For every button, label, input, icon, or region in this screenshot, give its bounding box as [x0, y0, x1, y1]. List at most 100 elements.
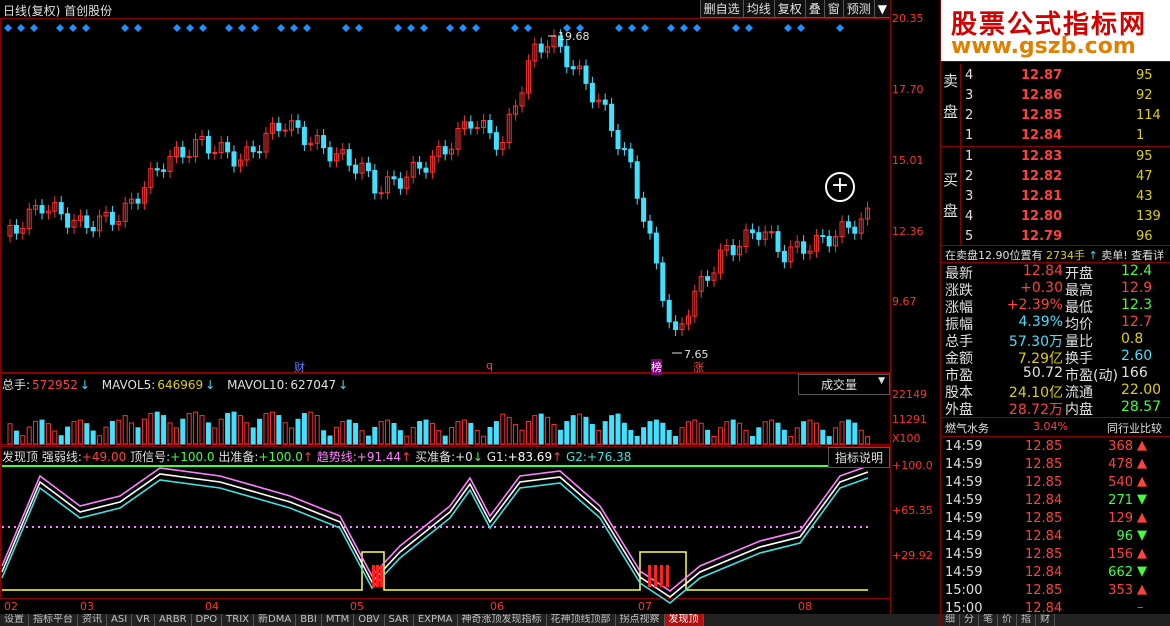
volume-bar	[218, 418, 224, 445]
volume-bar	[84, 423, 90, 445]
signal-diamond	[693, 24, 701, 32]
quote-value: 22.00	[1121, 382, 1162, 398]
tab-indicator[interactable]: 设置	[0, 614, 29, 626]
buy-order-row[interactable]: 2 12.82 47	[961, 167, 1170, 187]
price-axis-label: 17.70	[892, 83, 924, 96]
mavol10-label: MAVOL10:	[227, 378, 289, 392]
volume-bar	[372, 426, 378, 445]
volume-bar	[148, 412, 154, 445]
tab-indicator[interactable]: 发现顶	[664, 614, 704, 626]
volume-bar	[442, 435, 448, 445]
volume-bar	[788, 436, 794, 445]
tab-indicator[interactable]: 拐点视察	[616, 614, 665, 626]
indicator-value-part: +83.69	[507, 450, 553, 464]
signal-diamond	[680, 24, 688, 32]
sell-order-row[interactable]: 1 12.84 1	[961, 126, 1170, 146]
volume-bar	[711, 435, 717, 445]
adjust-price-button[interactable]: 复权	[773, 0, 805, 18]
indicator-explain-button[interactable]: 指标说明	[828, 447, 891, 468]
overlay-button[interactable]: 叠	[804, 0, 824, 18]
volume-bar	[532, 415, 538, 445]
volume-bar	[97, 435, 103, 445]
quote-value: +0.30	[1020, 280, 1063, 296]
tab-indicator[interactable]: MTM	[322, 614, 355, 626]
indicator-value-part: +100.0	[258, 450, 303, 464]
volume-bar	[807, 419, 813, 445]
tab-indicator[interactable]: OBV	[354, 614, 385, 626]
remove-watchlist-button[interactable]: 删自选	[699, 0, 743, 18]
tick-row: 14:59 12.85 368 ▲	[941, 438, 1170, 456]
limit-up-marker[interactable]: 涨	[693, 359, 704, 375]
tab-indicator[interactable]: 新DMA	[254, 614, 297, 626]
volume-bar	[257, 418, 263, 445]
tab-indicator[interactable]: SAR	[385, 614, 414, 626]
q-marker[interactable]: q	[486, 359, 493, 372]
tab-indicator[interactable]: 资讯	[78, 614, 107, 626]
volume-bar	[205, 422, 211, 445]
buy-order-row[interactable]: 3 12.81 43	[961, 187, 1170, 207]
tab-indicator[interactable]: 指标平台	[29, 614, 78, 626]
volume-bar	[794, 427, 800, 445]
volume-bar	[833, 427, 839, 445]
tab-indicator[interactable]: BBI	[296, 614, 322, 626]
volume-bar	[282, 422, 288, 445]
volume-bar	[769, 419, 775, 445]
tick-time: 14:59	[945, 565, 983, 580]
order-alert[interactable]: 在卖盘12.90位置有 2734手 ↑ 卖单! 查看详	[945, 247, 1164, 263]
signal-diamond	[134, 24, 142, 32]
volume-bar	[39, 419, 45, 445]
candle-body	[826, 235, 832, 247]
indicator-axis-label: +29.92	[892, 549, 933, 562]
buy-order-row[interactable]: 4 12.80 139	[961, 207, 1170, 227]
tab-indicator[interactable]: 神奇涨顶发现指标	[458, 614, 547, 626]
indicator-value-part: 趋势线:	[312, 450, 357, 464]
tab-indicator[interactable]: VR	[132, 614, 155, 626]
finance-marker[interactable]: 财	[294, 359, 305, 375]
tab-indicator[interactable]: EXPMA	[414, 614, 458, 626]
volume-indicator-dropdown[interactable]: 成交量 ▼	[798, 374, 890, 395]
tick-volume: 478	[1108, 457, 1133, 472]
candle-body	[705, 276, 711, 281]
volume-bar	[506, 416, 512, 445]
arrow-up-icon: ▲	[1137, 474, 1147, 489]
chevron-down-icon[interactable]: ▼	[873, 0, 890, 18]
tab-indicator[interactable]: DPO	[192, 614, 223, 626]
sell-order-row[interactable]: 2 12.85 114	[961, 106, 1170, 126]
volume-bar	[186, 412, 192, 445]
sell-order-row[interactable]: 3 12.86 92	[961, 86, 1170, 106]
signal-diamond	[667, 24, 675, 32]
volume-bar	[461, 419, 467, 445]
sector-name[interactable]: 燃气水务	[945, 420, 989, 436]
window-button[interactable]: 窗	[823, 0, 843, 18]
ranking-marker[interactable]: 榜	[651, 359, 662, 375]
tick-volume: 662	[1108, 565, 1133, 580]
volume-axis-label: X100	[892, 432, 921, 445]
sell-order-row[interactable]: 4 12.87 95	[961, 66, 1170, 86]
forecast-button[interactable]: 预测	[842, 0, 874, 18]
signal-diamond	[745, 24, 753, 32]
alert-detail-link[interactable]: 查看详	[1131, 249, 1164, 262]
buy-order-row[interactable]: 5 12.79 96	[961, 227, 1170, 247]
candle-body	[628, 148, 634, 163]
buy-order-row[interactable]: 1 12.83 95	[961, 147, 1170, 167]
banner-url: www.gszb.com	[951, 34, 1136, 59]
volume-bar	[852, 422, 858, 445]
volume-bar	[737, 422, 743, 445]
tab-indicator[interactable]: 花神顶线顶部	[547, 614, 616, 626]
order-level: 3	[965, 88, 974, 103]
quote-row: 股本 24.10亿 流通 22.00	[941, 382, 1170, 401]
tab-indicator[interactable]: ASI	[107, 614, 133, 626]
candle-body	[39, 205, 45, 214]
volume-axis-label: 22149	[892, 388, 927, 401]
chart-area[interactable]: 日线(复权) 首创股份 删自选 均线 复权 叠 窗 预测 ▼ 20.35 17.…	[0, 0, 940, 626]
tab-indicator[interactable]: TRIX	[222, 614, 255, 626]
sector-compare-link[interactable]: 同行业比较	[1107, 420, 1162, 436]
moving-average-button[interactable]: 均线	[742, 0, 774, 18]
tab-indicator[interactable]: ARBR	[155, 614, 192, 626]
volume-bar	[385, 419, 391, 445]
indicator-value-part: ↑	[302, 450, 313, 464]
order-price: 12.87	[1021, 68, 1063, 83]
buy-side-label: 买 盘	[941, 147, 961, 245]
candle-body	[609, 103, 615, 131]
candle-body	[212, 151, 218, 154]
